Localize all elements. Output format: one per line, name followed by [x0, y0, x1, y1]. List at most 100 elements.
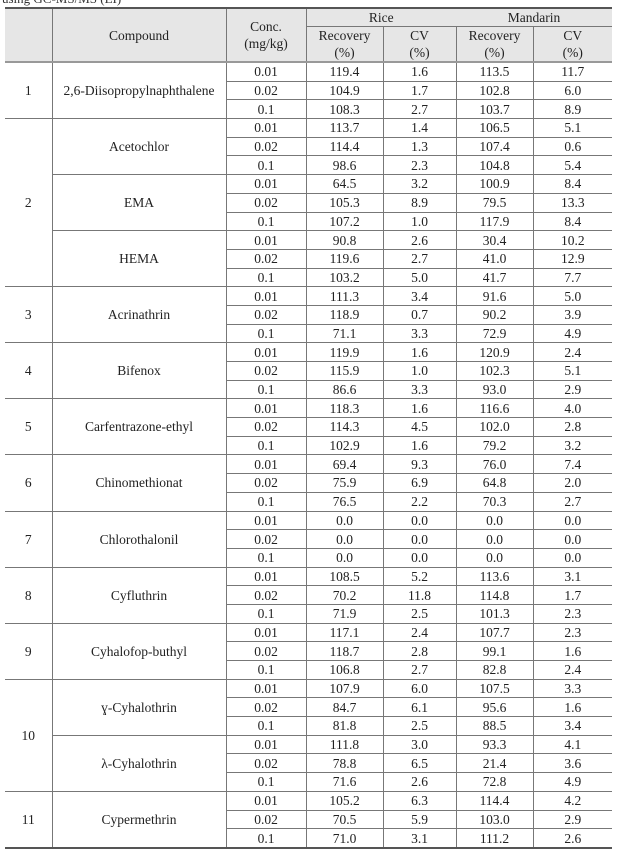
rice-recovery-cell: 78.8: [305, 753, 384, 774]
rice-cv-cell: 1.6: [382, 342, 457, 362]
mandarin-recovery-cell: 79.2: [455, 435, 534, 456]
rice-cv-cell: 2.6: [382, 230, 457, 250]
mandarin-cv-cell: 8.4: [532, 211, 613, 232]
group-number: 10: [5, 678, 53, 792]
table-row: HEMA 0.01 90.8 2.6 30.4 10.2: [5, 230, 613, 288]
conc-cell: 0.01: [225, 230, 307, 250]
mandarin-recovery-cell: 111.2: [455, 828, 534, 849]
rice-cv-cell: 5.9: [382, 809, 457, 830]
conc-cell: 0.02: [225, 304, 307, 325]
mandarin-cv-cell: 3.4: [532, 716, 613, 736]
compound-name: Acrinathrin: [51, 286, 227, 344]
header-conc-label: Conc.: [250, 19, 282, 34]
mandarin-cv-cell: 0.0: [532, 547, 613, 568]
header-rice: Rice: [305, 7, 456, 27]
rice-cv-cell: 2.2: [382, 491, 457, 512]
group-number: 5: [5, 398, 53, 456]
mandarin-cv-cell: 3.6: [532, 753, 613, 774]
conc-cell: 0.02: [225, 417, 307, 437]
mandarin-recovery-cell: 41.0: [455, 248, 534, 269]
conc-cell: 0.1: [225, 660, 307, 680]
table-row: EMA 0.01 64.5 3.2 100.9 8.4: [5, 174, 613, 232]
mandarin-recovery-cell: 93.3: [455, 734, 534, 755]
table-header: Compound Conc. (mg/kg) Rice Mandarin Rec…: [5, 7, 613, 63]
mandarin-recovery-cell: 102.8: [455, 80, 534, 101]
rice-recovery-cell: 118.9: [305, 304, 384, 325]
rice-recovery-cell: 70.5: [305, 809, 384, 830]
compound-name: ɣ-Cyhalothrin: [51, 678, 227, 736]
rice-recovery-cell: 111.3: [305, 286, 384, 306]
mandarin-cv-cell: 2.0: [532, 473, 613, 493]
conc-cell: 0.02: [225, 697, 307, 718]
compound-name: 2,6-Diisopropylnaphthalene: [51, 61, 227, 120]
rice-cv-cell: 8.9: [382, 192, 457, 213]
group-number: 1: [5, 61, 53, 120]
table-row: 1 2,6-Diisopropylnaphthalene 0.01 119.4 1.6 1…: [5, 61, 613, 120]
table-row: 9 Cyhalofop-buthyl 0.01 117.1 2.4 107.7 2.3: [5, 622, 613, 680]
mandarin-cv-cell: 2.7: [532, 491, 613, 512]
mandarin-cv-cell: 4.9: [532, 323, 613, 344]
header-compound: Compound: [51, 7, 227, 63]
mandarin-recovery-cell: 120.9: [455, 342, 534, 362]
mandarin-cv-cell: 3.3: [532, 678, 613, 699]
mandarin-recovery-cell: 102.3: [455, 361, 534, 381]
conc-cell: 0.01: [225, 454, 307, 475]
conc-cell: 0.01: [225, 678, 307, 699]
rice-recovery-cell: 71.1: [305, 323, 384, 344]
conc-cell: 0.1: [225, 379, 307, 400]
header-mandarin-cv: CV: [532, 26, 613, 44]
rice-cv-cell: 3.0: [382, 734, 457, 755]
rice-recovery-cell: 113.7: [305, 118, 384, 138]
rice-cv-cell: 6.1: [382, 697, 457, 718]
rice-cv-cell: 2.3: [382, 155, 457, 176]
rice-cv-cell: 2.5: [382, 716, 457, 736]
mandarin-recovery-cell: 102.0: [455, 417, 534, 437]
rice-recovery-cell: 76.5: [305, 491, 384, 512]
rice-cv-cell: 2.4: [382, 622, 457, 643]
rice-recovery-cell: 107.2: [305, 211, 384, 232]
rice-recovery-cell: 71.6: [305, 772, 384, 792]
rice-recovery-cell: 117.1: [305, 622, 384, 643]
mandarin-cv-cell: 2.9: [532, 809, 613, 830]
rice-recovery-cell: 90.8: [305, 230, 384, 250]
rice-recovery-cell: 115.9: [305, 361, 384, 381]
rice-recovery-cell: 71.0: [305, 828, 384, 849]
rice-cv-cell: 3.2: [382, 174, 457, 194]
rice-recovery-cell: 105.3: [305, 192, 384, 213]
header-mandarin-cv-unit: (%): [532, 44, 613, 63]
mandarin-recovery-cell: 113.5: [455, 61, 534, 82]
rice-recovery-cell: 119.9: [305, 342, 384, 362]
compound-name: Cypermethrin: [51, 790, 227, 849]
mandarin-recovery-cell: 21.4: [455, 753, 534, 774]
compound-name: λ-Cyhalothrin: [51, 734, 227, 792]
rice-cv-cell: 1.0: [382, 361, 457, 381]
mandarin-cv-cell: 2.4: [532, 660, 613, 680]
rice-cv-cell: 6.3: [382, 790, 457, 811]
conc-cell: 0.1: [225, 716, 307, 736]
mandarin-recovery-cell: 72.9: [455, 323, 534, 344]
rice-cv-cell: 0.7: [382, 304, 457, 325]
header-mandarin-recovery-unit: (%): [455, 44, 534, 63]
mandarin-recovery-cell: 104.8: [455, 155, 534, 176]
conc-cell: 0.02: [225, 809, 307, 830]
group-number: 3: [5, 286, 53, 344]
conc-cell: 0.01: [225, 286, 307, 306]
rice-recovery-cell: 86.6: [305, 379, 384, 400]
conc-cell: 0.01: [225, 118, 307, 138]
mandarin-recovery-cell: 93.0: [455, 379, 534, 400]
rice-cv-cell: 2.7: [382, 99, 457, 120]
mandarin-recovery-cell: 64.8: [455, 473, 534, 493]
compound-name: Chinomethionat: [51, 454, 227, 512]
conc-cell: 0.01: [225, 342, 307, 362]
rice-cv-cell: 2.7: [382, 248, 457, 269]
rice-cv-cell: 11.8: [382, 585, 457, 605]
mandarin-cv-cell: 5.4: [532, 155, 613, 176]
mandarin-recovery-cell: 0.0: [455, 510, 534, 531]
mandarin-recovery-cell: 101.3: [455, 603, 534, 624]
table-row: λ-Cyhalothrin 0.01 111.8 3.0 93.3 4.1: [5, 734, 613, 792]
rice-cv-cell: 6.5: [382, 753, 457, 774]
conc-cell: 0.02: [225, 192, 307, 213]
compound-name: Cyhalofop-buthyl: [51, 622, 227, 680]
mandarin-cv-cell: 4.2: [532, 790, 613, 811]
conc-cell: 0.1: [225, 211, 307, 232]
